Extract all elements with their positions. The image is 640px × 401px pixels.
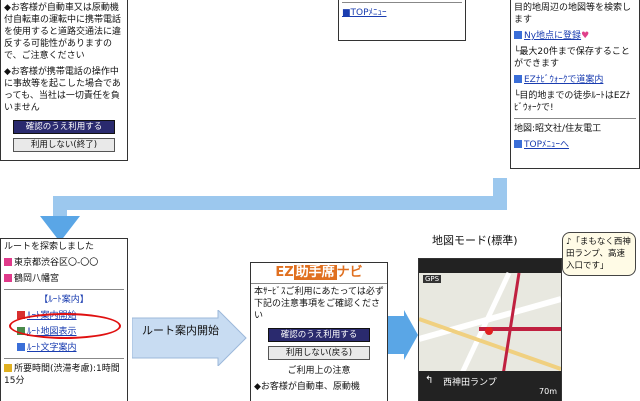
route-section-heading: 【ﾙｰﾄ案内】: [39, 295, 89, 305]
text-icon: [17, 343, 25, 351]
top-menu-link[interactable]: ■TOPﾒﾆｭｰ: [342, 8, 387, 18]
back-button[interactable]: 利用しない(戻る): [268, 346, 370, 360]
arrow-label: ルート案内開始: [142, 324, 219, 337]
map-mode-label: 地図モード(標準): [432, 234, 518, 247]
voice-guidance-bubble: ♪「まもなく西神田ランプ、高速入口です」: [562, 232, 636, 276]
origin-icon: [4, 258, 12, 266]
divider: [342, 2, 462, 3]
top-menu-link[interactable]: TOPﾒﾆｭｰへ: [524, 140, 569, 150]
notice-line: ◆お客様が自動車、原動機: [254, 382, 360, 392]
intro-text: 本ｻｰﾋﾞｽご利用にあたっては必ず下記の注意事項をご確認ください: [254, 287, 384, 321]
disclaimer-text-1: ◆お客様が自動車又は原動機付自転車の運転中に携帯電話を使用すると道路交通法に違反…: [4, 3, 122, 61]
origin-text: 東京都渋谷区〇-〇〇: [14, 258, 99, 268]
notice-title: ご利用上の注意: [287, 366, 351, 376]
navi-walk-link[interactable]: EZﾅﾋﾞｳｫｰｸで道案内: [524, 75, 603, 85]
distance: 70m: [539, 387, 557, 396]
navigation-map-screen: GPS 西神田ランプ 70m ↰: [418, 258, 562, 401]
destination-icon: [4, 274, 12, 282]
navi-note: └目的地までの徒歩ﾙｰﾄはEZﾅﾋﾞｳｫｰｸで!: [514, 91, 631, 113]
divider: [4, 358, 124, 359]
clock-icon: [4, 364, 12, 372]
search-description: 目的地周辺の地図等を検索します: [514, 3, 632, 25]
destination-text: 鶴岡八幡宮: [14, 274, 60, 284]
flow-arrow-right-2: [388, 310, 418, 360]
turn-left-icon: ↰: [425, 375, 434, 386]
road-name: 西神田ランプ: [443, 378, 497, 388]
logo-mid: 助手席: [293, 265, 337, 280]
accept-button[interactable]: 確認のうえ利用する: [268, 328, 370, 342]
disclaimer-screen: ◆お客様が自動車又は原動機付自転車の運転中に携帯電話を使用すると道路交通法に違反…: [0, 0, 128, 161]
logo-ez: EZ: [275, 265, 294, 280]
route-found-text: ルートを探索しました: [4, 242, 95, 252]
divider: [4, 289, 124, 290]
menu-screen: ■TOPﾒﾆｭｰ: [338, 0, 466, 41]
save-icon: [514, 31, 522, 39]
ez-navi-logo: EZ 助手席 ナビ: [251, 263, 387, 284]
highlight-circle: [9, 313, 121, 339]
flow-arrow-right: [132, 310, 247, 366]
disclaimer-text-2: ◆お客様が携帯電話の操作中に事故等を起こした場合であっても、当社は一切責任を負い…: [4, 67, 121, 113]
decline-button[interactable]: 利用しない(終了): [13, 138, 115, 152]
travel-time: 所要時間(渋滞考慮):1時間15分: [4, 364, 120, 386]
top-icon: [514, 140, 522, 148]
gps-indicator: GPS: [423, 275, 442, 283]
heart-icon: ♥: [581, 31, 590, 41]
route-text-link[interactable]: ﾙｰﾄ文字案内: [27, 343, 77, 353]
map-credit: 地図:昭文社/住友電工: [514, 124, 602, 134]
register-link[interactable]: Ny地点に登録: [524, 31, 581, 41]
navi-icon: [514, 75, 522, 83]
accept-button[interactable]: 確認のうえ利用する: [13, 120, 115, 134]
ez-navi-disclaimer-screen: EZ 助手席 ナビ 本ｻｰﾋﾞｽご利用にあたっては必ず下記の注意事項をご確認ください…: [250, 262, 388, 401]
destination-screen: 目的地周辺の地図等を検索します Ny地点に登録♥ └最大20件まで保存することが…: [510, 0, 640, 169]
divider: [514, 118, 636, 119]
logo-navi: ナビ: [336, 265, 363, 280]
register-note: └最大20件まで保存することができます: [514, 47, 630, 69]
